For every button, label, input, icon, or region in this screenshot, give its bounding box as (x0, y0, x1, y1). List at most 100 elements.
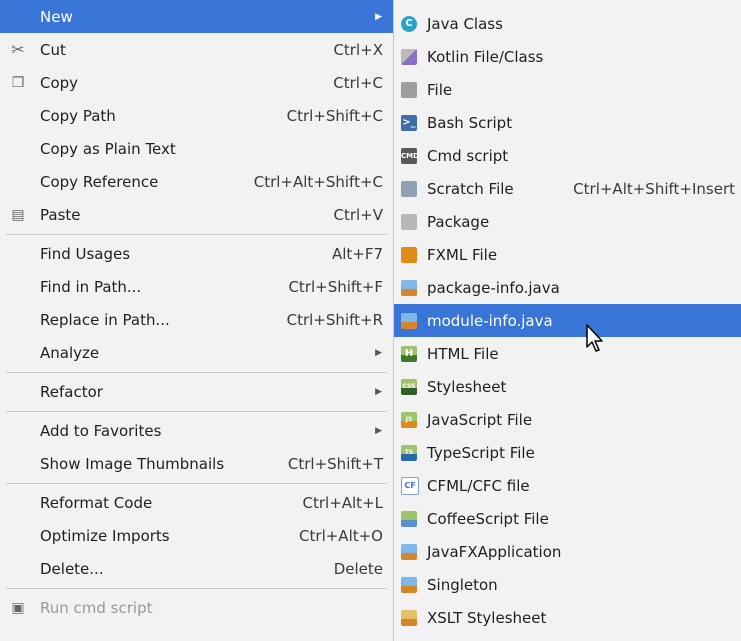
menu-item-shortcut: Ctrl+X (333, 40, 383, 59)
submenu-item-file[interactable]: File (394, 73, 741, 106)
package-info-icon (401, 279, 417, 296)
html-file-icon: H (401, 345, 417, 362)
menu-item-analyze[interactable]: Analyze ▶ (0, 336, 393, 369)
submenu-item-label: Stylesheet (427, 377, 507, 396)
menu-item-label: Show Image Thumbnails (40, 454, 225, 473)
coffeescript-file-icon (401, 510, 417, 527)
submenu-item-coffeescript-file[interactable]: CoffeeScript File (394, 502, 741, 535)
menu-item-replace-in-path[interactable]: Replace in Path... Ctrl+Shift+R (0, 303, 393, 336)
menu-separator (6, 234, 387, 235)
menu-item-label: Paste (40, 205, 81, 224)
submenu-item-label: File (427, 80, 453, 99)
submenu-item-scratch-file[interactable]: Scratch File Ctrl+Alt+Shift+Insert (394, 172, 741, 205)
xslt-stylesheet-icon (401, 609, 417, 626)
menu-item-shortcut: Ctrl+C (333, 73, 383, 92)
submenu-item-cmd-script[interactable]: CMD Cmd script (394, 139, 741, 172)
submenu-item-label: FXML File (427, 245, 498, 264)
cmd-script-icon: CMD (401, 147, 419, 164)
menu-item-label: Analyze (40, 343, 100, 362)
context-menu: New ▶ ✂ Cut Ctrl+X ❐ Copy Ctrl+C Copy Pa… (0, 0, 394, 641)
submenu-item-fxml-file[interactable]: FXML File (394, 238, 741, 271)
submenu-item-label: Cmd script (427, 146, 509, 165)
fxml-file-icon (401, 246, 417, 263)
menu-item-find-in-path[interactable]: Find in Path... Ctrl+Shift+F (0, 270, 393, 303)
menu-item-shortcut: Ctrl+Shift+C (286, 106, 383, 125)
menu-item-find-usages[interactable]: Find Usages Alt+F7 (0, 237, 393, 270)
submenu-item-label: JavaScript File (427, 410, 533, 429)
menu-item-reformat-code[interactable]: Reformat Code Ctrl+Alt+L (0, 486, 393, 519)
menu-item-label: Find Usages (40, 244, 131, 263)
menu-separator (6, 411, 387, 412)
typescript-file-icon: TS (401, 444, 417, 461)
scratch-file-icon (401, 180, 417, 197)
cfml-file-icon: CF (401, 476, 419, 495)
menu-item-label: Copy as Plain Text (40, 139, 176, 158)
menu-item-label: Run cmd script (40, 598, 153, 617)
javafx-app-icon (401, 543, 417, 560)
menu-item-delete[interactable]: Delete... Delete (0, 552, 393, 585)
menu-item-shortcut: Ctrl+V (333, 205, 383, 224)
menu-item-label: Replace in Path... (40, 310, 170, 329)
submenu-item-kotlin-file[interactable]: Kotlin File/Class (394, 40, 741, 73)
menu-item-new[interactable]: New ▶ (0, 0, 393, 33)
stylesheet-icon: CSS (401, 378, 417, 395)
menu-item-label: Cut (40, 40, 66, 59)
submenu-item-module-info[interactable]: module-info.java (394, 304, 741, 337)
menu-item-cut[interactable]: ✂ Cut Ctrl+X (0, 33, 393, 66)
menu-item-label: Copy (40, 73, 79, 92)
menu-item-label: New (40, 7, 73, 26)
menu-item-shortcut: Ctrl+Shift+R (286, 310, 383, 329)
submenu-item-typescript-file[interactable]: TS TypeScript File (394, 436, 741, 469)
menu-item-refactor[interactable]: Refactor ▶ (0, 375, 393, 408)
submenu-item-label: XSLT Stylesheet (427, 608, 547, 627)
submenu-item-cfml-file[interactable]: CF CFML/CFC file (394, 469, 741, 502)
cut-icon: ✂ (11, 39, 25, 59)
menu-separator (6, 483, 387, 484)
submenu-item-xslt-stylesheet[interactable]: XSLT Stylesheet (394, 601, 741, 634)
submenu-item-shortcut: Ctrl+Alt+Shift+Insert (573, 179, 735, 198)
submenu-item-label: Java Class (427, 14, 503, 33)
submenu-item-singleton[interactable]: Singleton (394, 568, 741, 601)
menu-item-copy-reference[interactable]: Copy Reference Ctrl+Alt+Shift+C (0, 165, 393, 198)
menu-item-label: Reformat Code (40, 493, 153, 512)
menu-item-shortcut: Ctrl+Alt+Shift+C (253, 172, 383, 191)
menu-item-shortcut: Ctrl+Alt+O (299, 526, 383, 545)
menu-item-label: Refactor (40, 382, 103, 401)
menu-item-label: Copy Path (40, 106, 116, 125)
menu-item-paste[interactable]: ▤ Paste Ctrl+V (0, 198, 393, 231)
java-class-icon: C (401, 15, 417, 32)
menu-item-shortcut: Ctrl+Shift+T (287, 454, 383, 473)
submenu-arrow-icon: ▶ (375, 425, 382, 436)
copy-icon: ❐ (11, 74, 25, 91)
submenu-item-java-class[interactable]: C Java Class (394, 7, 741, 40)
submenu-item-javafx-application[interactable]: JavaFXApplication (394, 535, 741, 568)
submenu-item-label: HTML File (427, 344, 499, 363)
submenu-item-label: Bash Script (427, 113, 513, 132)
menu-item-copy-plain-text[interactable]: Copy as Plain Text (0, 132, 393, 165)
paste-icon: ▤ (11, 206, 25, 223)
javascript-file-icon: JS (401, 411, 417, 428)
menu-item-optimize-imports[interactable]: Optimize Imports Ctrl+Alt+O (0, 519, 393, 552)
submenu-arrow-icon: ▶ (375, 347, 382, 358)
menu-item-show-image-thumbnails[interactable]: Show Image Thumbnails Ctrl+Shift+T (0, 447, 393, 480)
submenu-item-javascript-file[interactable]: JS JavaScript File (394, 403, 741, 436)
submenu-item-bash-script[interactable]: >_ Bash Script (394, 106, 741, 139)
file-icon (401, 81, 417, 98)
menu-item-shortcut: Ctrl+Alt+L (302, 493, 384, 512)
run-script-icon: ▣ (11, 599, 25, 616)
menu-item-label: Optimize Imports (40, 526, 170, 545)
submenu-item-package[interactable]: Package (394, 205, 741, 238)
submenu-item-label: CFML/CFC file (427, 476, 530, 495)
submenu-item-package-info[interactable]: package-info.java (394, 271, 741, 304)
menu-item-copy-path[interactable]: Copy Path Ctrl+Shift+C (0, 99, 393, 132)
submenu-item-html-file[interactable]: H HTML File (394, 337, 741, 370)
submenu-item-label: TypeScript File (427, 443, 535, 462)
submenu-item-stylesheet[interactable]: CSS Stylesheet (394, 370, 741, 403)
menu-item-add-to-favorites[interactable]: Add to Favorites ▶ (0, 414, 393, 447)
menu-separator (6, 372, 387, 373)
module-info-icon (401, 312, 417, 329)
menu-item-copy[interactable]: ❐ Copy Ctrl+C (0, 66, 393, 99)
submenu-arrow-icon: ▶ (375, 386, 382, 397)
new-submenu: C Java Class Kotlin File/Class File >_ B… (394, 0, 741, 641)
menu-separator (6, 588, 387, 589)
